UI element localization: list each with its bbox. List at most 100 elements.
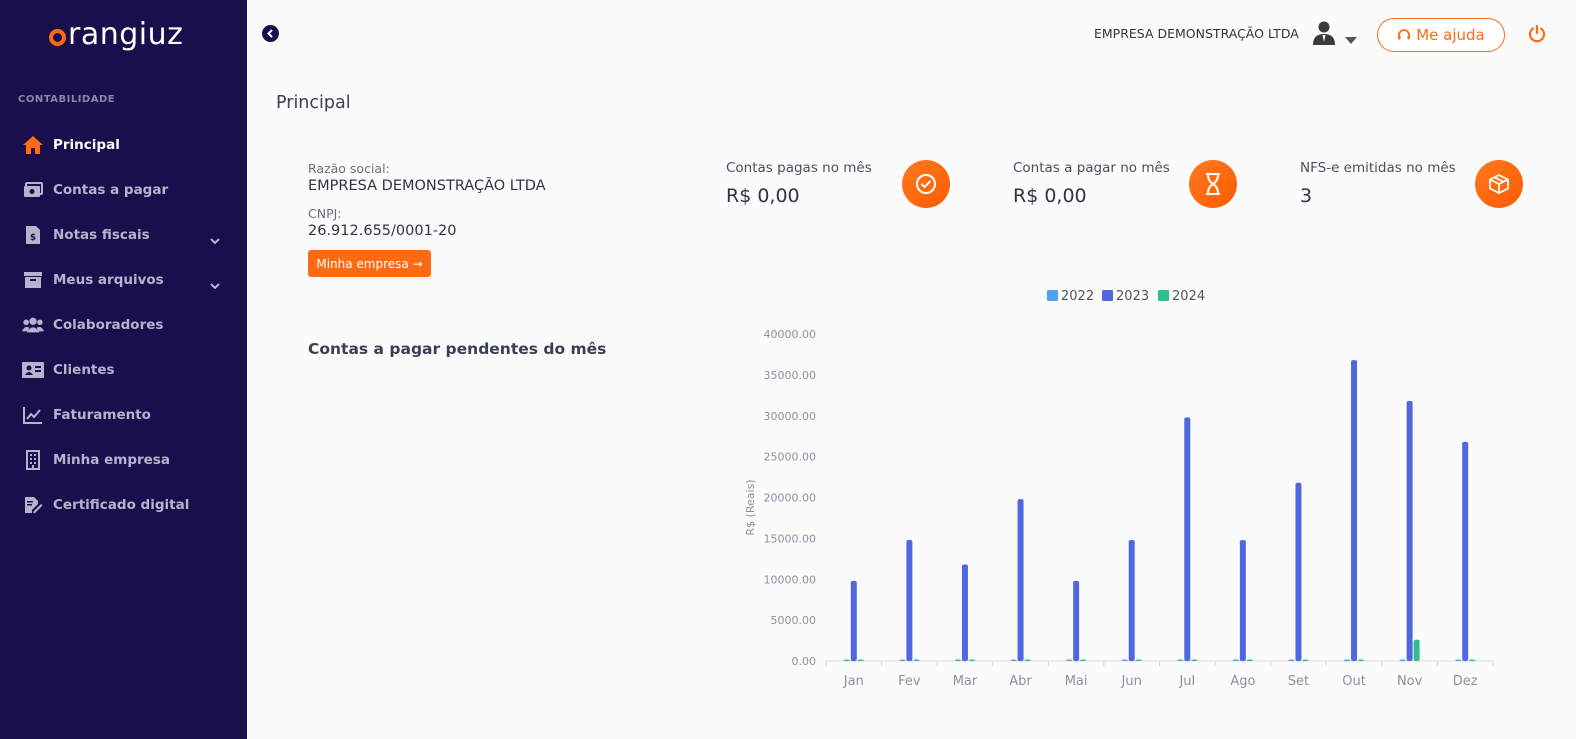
- collapse-sidebar-button[interactable]: [262, 25, 279, 42]
- bar-2024-out: [1358, 659, 1365, 661]
- cnpj-label: CNPJ:: [308, 206, 342, 221]
- bar-2024-mai: [1080, 659, 1087, 661]
- logo[interactable]: rangiuz: [49, 14, 183, 54]
- minha-empresa-button[interactable]: Minha empresa →: [308, 250, 431, 277]
- bar-2022-mar: [954, 659, 961, 661]
- bar-2022-fev: [899, 659, 906, 661]
- caret-down-icon[interactable]: [1345, 29, 1357, 48]
- company-name: EMPRESA DEMONSTRAÇÃO LTDA: [1094, 26, 1299, 41]
- help-button-label: Me ajuda: [1416, 26, 1485, 44]
- bar-2023-dez: [1462, 441, 1469, 661]
- y-tick-label: 0.00: [792, 655, 817, 668]
- bar-2022-out: [1344, 659, 1351, 661]
- legend-label: 2022: [1061, 289, 1094, 304]
- headset-icon: [1398, 29, 1411, 40]
- legend-swatch: [1102, 290, 1113, 301]
- sidebar-item-certificado-digital[interactable]: Certificado digital: [0, 482, 247, 527]
- stat-label-contas-pagas: Contas pagas no mês: [726, 160, 872, 176]
- id-card-icon: [22, 359, 44, 381]
- cnpj-value: 26.912.655/0001-20: [308, 223, 457, 239]
- bar-2023-fev: [906, 540, 913, 661]
- sidebar-item-clientes[interactable]: Clientes: [0, 347, 247, 392]
- sidebar-item-colaboradores[interactable]: Colaboradores: [0, 302, 247, 347]
- sidebar-item-label: Colaboradores: [53, 316, 164, 333]
- sidebar-item-meus-arquivos[interactable]: Meus arquivos: [0, 257, 247, 302]
- sidebar-item-label: Meus arquivos: [53, 271, 164, 288]
- sidebar: rangiuz CONTABILIDADE Principal Contas a…: [0, 0, 247, 739]
- bar-2022-jul: [1177, 659, 1184, 661]
- bar-2022-nov: [1399, 659, 1406, 661]
- svg-text:$: $: [30, 233, 36, 243]
- x-tick-label: Out: [1342, 674, 1366, 689]
- y-tick-label: 20000.00: [764, 492, 817, 505]
- x-tick-label: Mai: [1065, 674, 1088, 689]
- logout-power-icon[interactable]: [1527, 24, 1547, 48]
- x-tick-label: Fev: [898, 674, 921, 689]
- bar-2023-abr: [1017, 499, 1024, 661]
- bar-2024-jul: [1191, 659, 1198, 661]
- sidebar-nav: Principal Contas a pagar $ Notas fiscais…: [0, 122, 247, 527]
- bar-2022-ago: [1232, 659, 1239, 661]
- sidebar-item-label: Clientes: [53, 361, 115, 378]
- home-icon: [22, 134, 44, 156]
- sidebar-item-principal[interactable]: Principal: [0, 122, 247, 167]
- bar-2024-dez: [1469, 659, 1476, 661]
- bar-2023-mai: [1073, 580, 1080, 661]
- legend-label: 2024: [1172, 289, 1205, 304]
- chart-line-icon: [22, 404, 44, 426]
- y-axis-label: R$ (Reais): [744, 479, 757, 535]
- y-tick-label: 5000.00: [771, 614, 817, 627]
- box-icon: [1475, 160, 1523, 208]
- bar-2023-ago: [1239, 540, 1246, 661]
- x-tick-label: Jun: [1121, 674, 1142, 689]
- revenue-bar-chart: 2022 2023 2024 0.00 5000.00 10000.00 15000.00 2…: [744, 289, 1494, 689]
- logo-mark-icon: [49, 28, 66, 46]
- sidebar-item-contas-a-pagar[interactable]: Contas a pagar: [0, 167, 247, 212]
- x-tick-label: Mar: [953, 674, 978, 689]
- x-tick-label: Abr: [1009, 674, 1032, 689]
- sidebar-item-label: Notas fiscais: [53, 226, 150, 243]
- stat-label-contas-a-pagar: Contas a pagar no mês: [1013, 160, 1170, 176]
- chevron-down-icon: [210, 229, 220, 248]
- bar-2022-mai: [1066, 659, 1073, 661]
- bar-2022-jan: [843, 659, 850, 661]
- bar-2024-ago: [1246, 659, 1253, 661]
- archive-icon: [22, 269, 44, 291]
- legend-label: 2023: [1116, 289, 1149, 304]
- x-tick-label: Ago: [1230, 674, 1255, 689]
- razao-social-value: EMPRESA DEMONSTRAÇÃO LTDA: [308, 178, 546, 194]
- sidebar-item-label: Faturamento: [53, 406, 151, 423]
- money-icon: [22, 179, 44, 201]
- user-avatar-icon[interactable]: [1311, 20, 1337, 46]
- bar-2023-set: [1295, 482, 1302, 661]
- bar-2023-jun: [1128, 540, 1135, 661]
- bar-2024-abr: [1024, 659, 1031, 661]
- page-title: Principal: [276, 93, 351, 113]
- bar-2023-jan: [850, 580, 857, 661]
- bar-2024-mar: [968, 659, 975, 661]
- logo-text: rangiuz: [68, 16, 184, 52]
- y-tick-label: 10000.00: [764, 573, 817, 586]
- bar-2024-jan: [857, 659, 864, 661]
- help-button[interactable]: Me ajuda: [1377, 18, 1505, 52]
- sidebar-item-faturamento[interactable]: Faturamento: [0, 392, 247, 437]
- sidebar-item-minha-empresa[interactable]: Minha empresa: [0, 437, 247, 482]
- users-icon: [22, 314, 44, 336]
- certificate-icon: [22, 494, 44, 516]
- bar-2023-mar: [961, 564, 968, 661]
- check-circle-icon: [902, 160, 950, 208]
- sidebar-item-label: Contas a pagar: [53, 181, 169, 198]
- sidebar-item-notas-fiscais[interactable]: $ Notas fiscais: [0, 212, 247, 257]
- y-tick-label: 30000.00: [764, 410, 817, 423]
- bar-2022-set: [1288, 659, 1295, 661]
- sidebar-item-label: Certificado digital: [53, 496, 190, 513]
- x-tick-label: Set: [1288, 674, 1309, 689]
- x-tick-label: Jan: [843, 674, 864, 689]
- bar-2024-set: [1302, 659, 1309, 661]
- y-tick-label: 25000.00: [764, 451, 817, 464]
- stat-value-contas-pagas: R$ 0,00: [726, 185, 800, 207]
- pending-bills-title: Contas a pagar pendentes do mês: [308, 340, 607, 358]
- y-tick-label: 40000.00: [764, 328, 817, 341]
- bar-2024-jun: [1135, 659, 1142, 661]
- razao-social-label: Razão social:: [308, 161, 390, 176]
